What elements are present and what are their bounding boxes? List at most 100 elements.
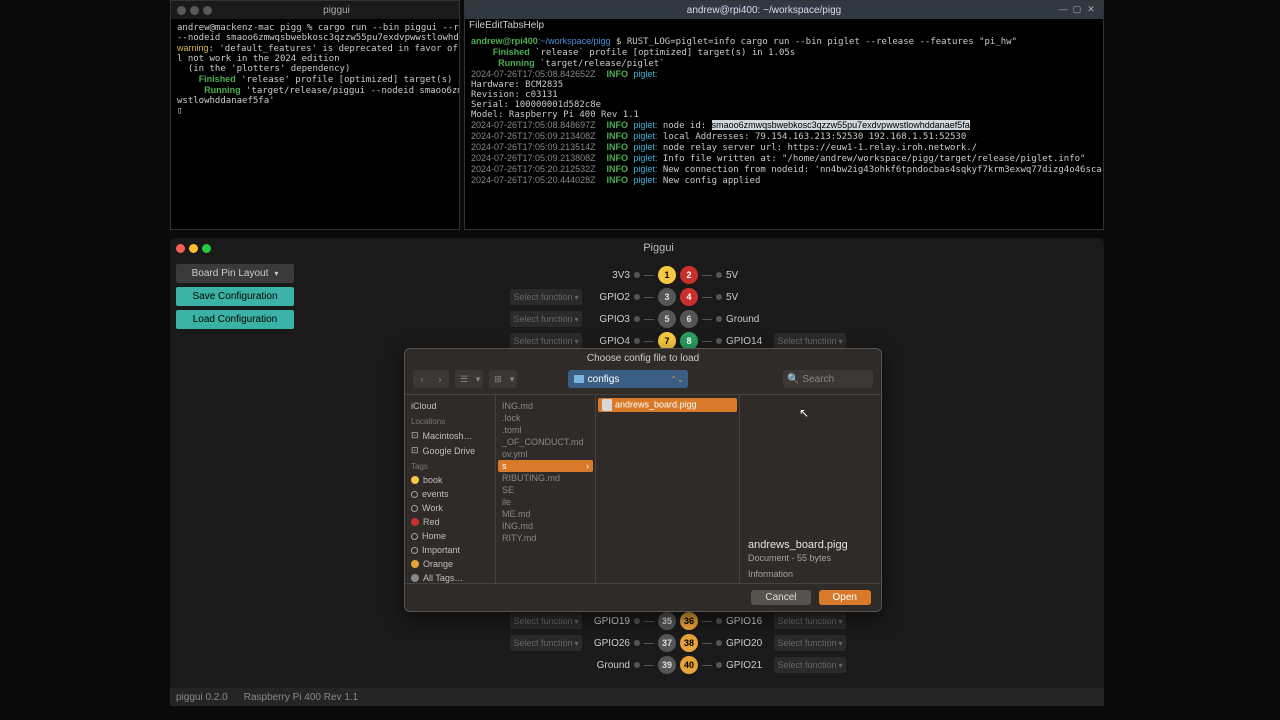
terminal-right-output[interactable]: andrew@rpi400:~/workspace/pigg $ RUST_LO… bbox=[465, 32, 1103, 190]
list-item[interactable]: SE bbox=[498, 484, 593, 496]
minimize-icon[interactable] bbox=[190, 6, 199, 15]
file-preview: andrews_board.pigg Document - 55 bytes I… bbox=[739, 395, 881, 583]
sidebar-tag[interactable]: Work bbox=[411, 501, 489, 515]
pin-number: 2 bbox=[680, 266, 698, 284]
select-function-dropdown[interactable]: Select function bbox=[510, 613, 582, 629]
save-config-button[interactable]: Save Configuration bbox=[176, 287, 294, 306]
terminal-left-titlebar[interactable]: piggui bbox=[171, 1, 459, 19]
sidebar-tag[interactable]: All Tags… bbox=[411, 571, 489, 583]
list-item[interactable]: .lock bbox=[498, 412, 593, 424]
zoom-icon[interactable] bbox=[202, 244, 211, 253]
list-item[interactable]: ME.md bbox=[498, 508, 593, 520]
close-icon[interactable] bbox=[177, 6, 186, 15]
piggui-titlebar[interactable]: Piggui bbox=[170, 238, 1104, 258]
pin-number: 3 bbox=[658, 288, 676, 306]
minimize-icon[interactable] bbox=[189, 244, 198, 253]
pin-row: Select functionGPIO356Ground bbox=[510, 308, 1030, 330]
zoom-icon[interactable] bbox=[203, 6, 212, 15]
pin-label-right: GPIO20 bbox=[726, 638, 770, 649]
list-item[interactable]: ov.yml bbox=[498, 448, 593, 460]
list-item[interactable]: ING.md bbox=[498, 400, 593, 412]
status-version: piggui 0.2.0 bbox=[176, 692, 228, 703]
sidebar-head-locations: Locations bbox=[411, 417, 489, 426]
load-config-button[interactable]: Load Configuration bbox=[176, 310, 294, 329]
terminal-left: piggui andrew@mackenz-mac pigg % cargo r… bbox=[170, 0, 460, 230]
pin-row: Ground3940GPIO21Select function bbox=[510, 654, 1030, 676]
sidebar-tag[interactable]: Important bbox=[411, 543, 489, 557]
close-icon[interactable] bbox=[176, 244, 185, 253]
sidebar-item-icloud[interactable]: iCloud bbox=[411, 399, 489, 413]
sidebar-tag[interactable]: events bbox=[411, 487, 489, 501]
select-function-dropdown[interactable]: Select function bbox=[510, 311, 582, 327]
file-column-1[interactable]: ING.md.lock.toml_OF_CONDUCT.mdov.ymls›RI… bbox=[495, 395, 595, 583]
dialog-sidebar: iCloud Locations ⊡ Macintosh…⊡ Google Dr… bbox=[405, 395, 495, 583]
list-item[interactable]: RIBUTING.md bbox=[498, 472, 593, 484]
group-chevron-icon[interactable]: ▾ bbox=[507, 370, 517, 388]
pin-number: 38 bbox=[680, 634, 698, 652]
file-open-dialog: Choose config file to load ‹ › ☰ ▾ ⊞ ▾ c… bbox=[404, 348, 882, 612]
file-column-2[interactable]: andrews_board.pigg bbox=[595, 395, 739, 583]
sidebar-tag[interactable]: book bbox=[411, 473, 489, 487]
board-layout-dropdown[interactable]: Board Pin Layout bbox=[176, 264, 294, 283]
tag-dot-icon bbox=[411, 505, 418, 512]
cancel-button[interactable]: Cancel bbox=[751, 590, 810, 605]
preview-info-head: Information bbox=[748, 569, 873, 579]
select-function-dropdown[interactable]: Select function bbox=[774, 613, 846, 629]
list-item[interactable]: .toml bbox=[498, 424, 593, 436]
list-item[interactable]: RITY.md bbox=[498, 532, 593, 544]
list-item[interactable]: andrews_board.pigg bbox=[598, 398, 737, 412]
terminal-right-titlebar[interactable]: andrew@rpi400: ~/workspace/pigg —▢✕ bbox=[465, 1, 1103, 19]
pin-label-right: 5V bbox=[726, 270, 770, 281]
list-item[interactable]: s› bbox=[498, 460, 593, 472]
list-item[interactable]: ING.md bbox=[498, 520, 593, 532]
pin-number: 1 bbox=[658, 266, 676, 284]
terminal-left-output[interactable]: andrew@mackenz-mac pigg % cargo run --bi… bbox=[171, 19, 459, 120]
select-function-dropdown[interactable]: Select function bbox=[774, 635, 846, 651]
tag-dot-icon bbox=[411, 574, 419, 582]
select-function-dropdown[interactable]: Select function bbox=[510, 289, 582, 305]
minimize-icon[interactable]: — bbox=[1057, 4, 1069, 16]
terminal-right-menubar[interactable]: FileEditTabsHelp bbox=[465, 19, 1103, 32]
tag-dot-icon bbox=[411, 491, 418, 498]
pin-number: 36 bbox=[680, 612, 698, 630]
close-icon[interactable]: ✕ bbox=[1085, 4, 1097, 16]
open-button[interactable]: Open bbox=[819, 590, 871, 605]
pin-label-left: GPIO26 bbox=[586, 638, 630, 649]
pinboard: 3V3125VSelect functionGPIO2345VSelect fu… bbox=[510, 264, 1030, 352]
sidebar-tag[interactable]: Orange bbox=[411, 557, 489, 571]
pin-label-left: GPIO4 bbox=[586, 336, 630, 347]
dialog-title: Choose config file to load bbox=[405, 349, 881, 368]
pinboard-lower: Select functionGPIO193536GPIO16Select fu… bbox=[510, 610, 1030, 676]
view-columns-button[interactable]: ☰ bbox=[455, 370, 473, 388]
list-item[interactable]: ile bbox=[498, 496, 593, 508]
pin-label-left: GPIO2 bbox=[586, 292, 630, 303]
path-dropdown[interactable]: configs bbox=[568, 370, 688, 388]
select-function-dropdown[interactable]: Select function bbox=[510, 333, 582, 349]
search-input[interactable]: 🔍 Search bbox=[783, 370, 873, 388]
pin-label-right: GPIO16 bbox=[726, 616, 770, 627]
sidebar-location[interactable]: ⊡ Macintosh… bbox=[411, 428, 489, 443]
sidebar-location[interactable]: ⊡ Google Drive bbox=[411, 443, 489, 458]
pin-number: 39 bbox=[658, 656, 676, 674]
pin-label-right: 5V bbox=[726, 292, 770, 303]
group-button[interactable]: ⊞ bbox=[489, 370, 507, 388]
select-function-dropdown[interactable]: Select function bbox=[774, 657, 846, 673]
sidebar-tag[interactable]: Red bbox=[411, 515, 489, 529]
sidebar-tag[interactable]: Home bbox=[411, 529, 489, 543]
maximize-icon[interactable]: ▢ bbox=[1071, 4, 1083, 16]
terminal-right: andrew@rpi400: ~/workspace/pigg —▢✕ File… bbox=[464, 0, 1104, 230]
nav-forward-button[interactable]: › bbox=[431, 370, 449, 388]
pin-number: 4 bbox=[680, 288, 698, 306]
select-function-dropdown[interactable]: Select function bbox=[510, 635, 582, 651]
tag-dot-icon bbox=[411, 560, 419, 568]
tag-dot-icon bbox=[411, 533, 418, 540]
select-function-dropdown[interactable]: Select function bbox=[774, 333, 846, 349]
nav-back-button[interactable]: ‹ bbox=[413, 370, 431, 388]
terminal-right-title: andrew@rpi400: ~/workspace/pigg bbox=[471, 5, 1057, 16]
terminal-left-title: piggui bbox=[220, 5, 453, 16]
view-columns-chevron-icon[interactable]: ▾ bbox=[473, 370, 483, 388]
list-item[interactable]: _OF_CONDUCT.md bbox=[498, 436, 593, 448]
pin-row: Select functionGPIO263738GPIO20Select fu… bbox=[510, 632, 1030, 654]
disk-icon: ⊡ bbox=[411, 445, 419, 456]
search-icon: 🔍 bbox=[787, 374, 799, 385]
